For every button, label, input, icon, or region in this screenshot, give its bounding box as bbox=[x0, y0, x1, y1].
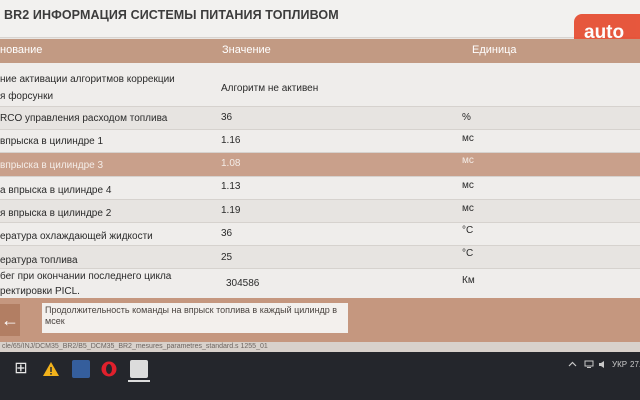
volume-icon[interactable] bbox=[598, 360, 608, 371]
row-value: 36 bbox=[221, 112, 233, 123]
back-button[interactable]: ← bbox=[0, 304, 20, 336]
row-name: бег при окончании последнего цикла ректи… bbox=[0, 270, 171, 299]
row-value: 1.08 bbox=[221, 158, 241, 169]
app-warning-icon[interactable] bbox=[42, 360, 60, 378]
row-name-line: ректировки PICL. bbox=[0, 286, 80, 297]
row-unit: Км bbox=[462, 275, 475, 286]
row-name-line: ние активации алгоритмов коррекции bbox=[0, 74, 175, 85]
row-unit: °C bbox=[462, 225, 474, 236]
row-name: ние активации алгоритмов коррекции я фор… bbox=[0, 73, 175, 104]
parameter-description: Продолжительность команды на впрыск топл… bbox=[42, 303, 348, 333]
row-unit: мс bbox=[462, 155, 474, 166]
row-unit: мс bbox=[462, 203, 474, 214]
row-value: 25 bbox=[221, 252, 233, 263]
table-row[interactable]: бег при окончании последнего цикла ректи… bbox=[0, 269, 640, 299]
row-unit: мс bbox=[462, 180, 474, 191]
row-unit: мс bbox=[462, 133, 474, 144]
row-value: 1.19 bbox=[221, 205, 241, 216]
row-unit: % bbox=[462, 112, 471, 123]
column-header-unit[interactable]: Единица bbox=[472, 44, 517, 56]
row-name: ература топлива bbox=[0, 255, 78, 266]
row-unit: °C bbox=[462, 248, 474, 259]
arrow-left-icon: ← bbox=[1, 309, 19, 330]
row-name: впрыска в цилиндре 3 bbox=[0, 160, 104, 171]
column-header-name[interactable]: нование bbox=[0, 44, 42, 56]
network-icon[interactable] bbox=[584, 360, 594, 371]
title-bar: BR2 ИНФОРМАЦИЯ СИСТЕМЫ ПИТАНИЯ ТОПЛИВОМ bbox=[0, 0, 640, 38]
parameters-table: ние активации алгоритмов коррекции я фор… bbox=[0, 63, 640, 299]
table-row[interactable]: ература топлива 25 °C bbox=[0, 246, 640, 269]
row-value: 1.13 bbox=[221, 181, 241, 192]
page-title: BR2 ИНФОРМАЦИЯ СИСТЕМЫ ПИТАНИЯ ТОПЛИВОМ bbox=[4, 8, 339, 22]
app-active-icon[interactable] bbox=[130, 360, 148, 378]
table-row[interactable]: я впрыска в цилиндре 2 1.19 мс bbox=[0, 200, 640, 223]
diagnostic-window: BR2 ИНФОРМАЦИЯ СИСТЕМЫ ПИТАНИЯ ТОПЛИВОМ … bbox=[0, 0, 640, 400]
row-name: я впрыска в цилиндре 2 bbox=[0, 208, 112, 219]
row-name: впрыска в цилиндре 1 bbox=[0, 136, 104, 147]
row-value: 1.16 bbox=[221, 135, 241, 146]
row-name: а впрыска в цилиндре 4 bbox=[0, 185, 112, 196]
row-value: 304586 bbox=[226, 278, 260, 289]
status-path: cle/65/INJ/DCM35_BR2/B5_DCM35_BR2_mesure… bbox=[0, 342, 640, 352]
table-row[interactable]: а впрыска в цилиндре 4 1.13 мс bbox=[0, 177, 640, 200]
app-window-icon[interactable] bbox=[72, 360, 90, 378]
chevron-up-icon[interactable] bbox=[568, 360, 577, 371]
start-menu-icon[interactable]: ⊞ bbox=[12, 360, 30, 378]
table-row[interactable]: ние активации алгоритмов коррекции я фор… bbox=[0, 63, 640, 107]
row-value: Алгоритм не активен bbox=[221, 83, 319, 94]
row-name-line: бег при окончании последнего цикла bbox=[0, 271, 172, 282]
table-row[interactable]: впрыска в цилиндре 1 1.16 мс bbox=[0, 130, 640, 153]
table-row-selected[interactable]: впрыска в цилиндре 3 1.08 мс bbox=[0, 153, 640, 177]
opera-icon[interactable] bbox=[100, 360, 118, 378]
column-header-value[interactable]: Значение bbox=[222, 44, 271, 56]
table-row[interactable]: ература охлаждающей жидкости 36 °C bbox=[0, 223, 640, 246]
active-app-indicator bbox=[128, 380, 150, 382]
row-name-line: я форсунки bbox=[0, 91, 54, 102]
row-name: RCO управления расходом топлива bbox=[0, 113, 168, 124]
info-bar: ← Продолжительность команды на впрыск то… bbox=[0, 298, 640, 342]
row-value: 36 bbox=[221, 228, 233, 239]
row-name: ература охлаждающей жидкости bbox=[0, 231, 153, 242]
table-row[interactable]: RCO управления расходом топлива 36 % bbox=[0, 107, 640, 130]
taskbar: ⊞ УКР 27. bbox=[0, 352, 640, 400]
clock[interactable]: 27. bbox=[630, 360, 640, 369]
language-indicator[interactable]: УКР bbox=[612, 360, 627, 369]
table-header: нование Значение Единица bbox=[0, 39, 640, 63]
